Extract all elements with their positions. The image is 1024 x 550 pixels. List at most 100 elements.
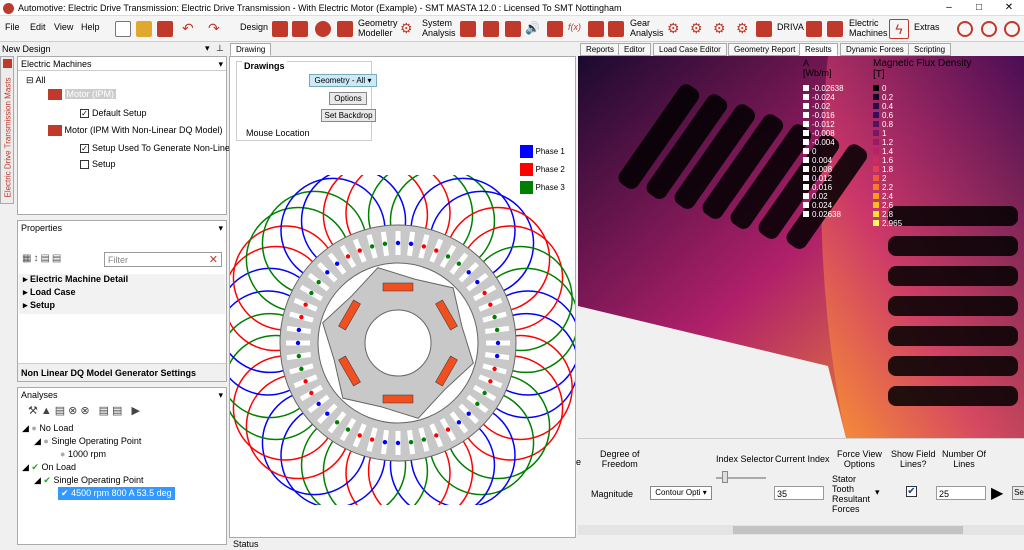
driva-button[interactable]: DRIVA	[777, 22, 804, 32]
play-icon[interactable]: ▶	[991, 483, 1003, 503]
tab-editor[interactable]: Editor	[618, 43, 651, 56]
tree-item-default-setup[interactable]: ✓ Default Setup	[80, 107, 147, 120]
tab-drawing[interactable]: Drawing	[230, 43, 272, 56]
analysis-on-load[interactable]: ◢ ✔ On Load	[22, 461, 76, 474]
system-analysis-button[interactable]: System Analysis	[422, 18, 456, 38]
menu-view[interactable]: View	[54, 22, 73, 32]
lightning-icon[interactable]: ϟ	[889, 19, 909, 39]
number-of-lines-input[interactable]: 25	[936, 486, 986, 500]
tree-item-all[interactable]: ⊟ All	[26, 74, 46, 87]
analysis-icon-5[interactable]	[588, 21, 604, 37]
filter-input[interactable]: Filter ✕	[104, 252, 222, 267]
clear-icon[interactable]: ✕	[209, 253, 218, 266]
property-load-case[interactable]: ▸ Load Case	[19, 287, 225, 300]
force-view-select[interactable]: Stator Tooth Resultant Forces	[832, 474, 870, 514]
flux-density-plot[interactable]: A [Wb/m] Magnetic Flux Density [T] -0.02…	[578, 56, 1024, 438]
pin-icon[interactable]: ⊥	[216, 43, 224, 54]
gear-tool-icon[interactable]	[756, 21, 772, 37]
tree-item-setup-nonlinear[interactable]: ✓ Setup Used To Generate Non-Linear	[80, 142, 238, 155]
analysis-4500rpm[interactable]: ✔ 4500 rpm 800 A 53.5 deg	[58, 487, 175, 500]
gear-icon-4[interactable]: ⚙	[713, 21, 729, 37]
chevron-down-icon[interactable]: ▾	[218, 390, 223, 401]
slot-conductor	[475, 279, 480, 285]
tab-reports[interactable]: Reports	[580, 43, 621, 56]
menu-help[interactable]: Help	[81, 22, 100, 32]
analysis-icon-2[interactable]	[483, 21, 499, 37]
save-icon[interactable]	[157, 21, 173, 37]
circle-icon-2[interactable]	[981, 21, 997, 37]
tab-load-case-editor[interactable]: Load Case Editor	[653, 43, 727, 56]
properties-toolbar[interactable]: ▦↕▤▤	[22, 253, 102, 267]
analysis-single-op-1[interactable]: ◢ ● Single Operating Point	[34, 435, 141, 448]
se-button[interactable]: Se	[1012, 486, 1024, 500]
design-button[interactable]: Design	[240, 22, 268, 32]
analysis-icon-3[interactable]	[505, 21, 521, 37]
minimize-button[interactable]: –	[934, 0, 964, 16]
gear-icon-2[interactable]: ⚙	[667, 21, 683, 37]
new-file-icon[interactable]	[115, 21, 131, 37]
options-button[interactable]: Options	[329, 92, 367, 105]
checkbox[interactable]	[80, 160, 89, 170]
scrollbar-thumb[interactable]	[733, 526, 963, 534]
electric-machines-dropdown[interactable]: Electric Machines ▾	[18, 57, 226, 71]
gear-icon[interactable]: ⚙	[400, 21, 416, 37]
analysis-icon-6[interactable]	[608, 21, 624, 37]
design-tool-icon-3[interactable]	[337, 21, 353, 37]
gear-analysis-button[interactable]: Gear Analysis	[630, 18, 664, 38]
gear-icon-3[interactable]: ⚙	[690, 21, 706, 37]
close-window-button[interactable]: ✕	[994, 0, 1024, 16]
redo-icon[interactable]: ↷	[208, 21, 224, 37]
current-index-input[interactable]: 35	[774, 486, 824, 500]
force-view-dropdown-icon[interactable]: ▾	[875, 487, 880, 498]
motor-cross-section[interactable]	[230, 175, 575, 505]
show-field-lines-checkbox[interactable]: ✔	[906, 486, 917, 497]
tree-item-setup[interactable]: Setup	[80, 158, 116, 171]
function-button[interactable]: f(x)	[568, 22, 581, 32]
tab-scripting[interactable]: Scripting	[908, 43, 952, 56]
undo-icon[interactable]: ↶	[182, 21, 198, 37]
gear-icon-5[interactable]: ⚙	[736, 21, 752, 37]
machine-icon[interactable]	[827, 21, 843, 37]
analysis-icon-1[interactable]	[460, 21, 476, 37]
dropdown-arrow-icon[interactable]: ▾	[205, 43, 210, 54]
property-setup[interactable]: ▸ Setup	[19, 300, 225, 313]
open-folder-icon[interactable]	[136, 21, 152, 37]
geometry-modeller-button[interactable]: Geometry Modeller	[358, 18, 398, 38]
analysis-icon-4[interactable]	[547, 21, 563, 37]
extras-button[interactable]: Extras	[914, 22, 940, 32]
database-icon[interactable]	[315, 21, 331, 37]
menu-file[interactable]: File	[5, 22, 20, 32]
horizontal-scrollbar[interactable]	[578, 525, 1024, 535]
analyses-toolbar[interactable]: ⚒▲▤⊗⊗ ▤▤ ▶	[28, 404, 143, 417]
geometry-select[interactable]: Geometry - All ▾	[309, 74, 377, 87]
design-tool-icon-1[interactable]	[272, 21, 288, 37]
tab-dynamic-forces[interactable]: Dynamic Forces	[840, 43, 910, 56]
tree-item-motor-ipm[interactable]: Motor (IPM)	[48, 88, 117, 101]
maximize-button[interactable]: □	[964, 0, 994, 16]
electric-machines-button[interactable]: Electric Machines	[849, 18, 888, 38]
circle-icon-1[interactable]	[957, 21, 973, 37]
legend-value: 0.004	[812, 156, 833, 165]
menu-edit[interactable]: Edit	[30, 22, 46, 32]
index-slider-thumb[interactable]	[722, 471, 728, 483]
circle-icon-3[interactable]	[1004, 21, 1020, 37]
tab-geometry-report[interactable]: Geometry Report	[728, 43, 802, 56]
chevron-down-icon[interactable]: ▾	[218, 223, 223, 234]
tree-label: Setup Used To Generate Non-Linear	[92, 143, 238, 153]
tab-results[interactable]: Results	[799, 43, 838, 56]
property-electric-machine-detail[interactable]: ▸ Electric Machine Detail	[19, 274, 225, 287]
tree-item-motor-nonlinear[interactable]: Motor (IPM With Non-Linear DQ Model)	[48, 124, 223, 137]
analysis-1000rpm[interactable]: ● 1000 rpm	[60, 448, 106, 461]
property-label: Electric Machine Detail	[30, 274, 129, 284]
speaker-icon[interactable]: 🔊	[525, 21, 541, 37]
checkbox[interactable]: ✓	[80, 144, 89, 154]
weight-icon[interactable]	[806, 21, 822, 37]
checkbox[interactable]: ✓	[80, 109, 89, 119]
legend-row: 0.008	[803, 165, 844, 174]
side-tab[interactable]: Electric Drive Transmission Masts	[0, 56, 14, 204]
analysis-no-load[interactable]: ◢ ● No Load	[22, 422, 73, 435]
contour-options-select[interactable]: Contour Opti ▾	[650, 486, 712, 500]
set-backdrop-button[interactable]: Set Backdrop	[321, 109, 376, 122]
analysis-single-op-2[interactable]: ◢ ✔ Single Operating Point	[34, 474, 144, 487]
design-tool-icon-2[interactable]	[292, 21, 308, 37]
